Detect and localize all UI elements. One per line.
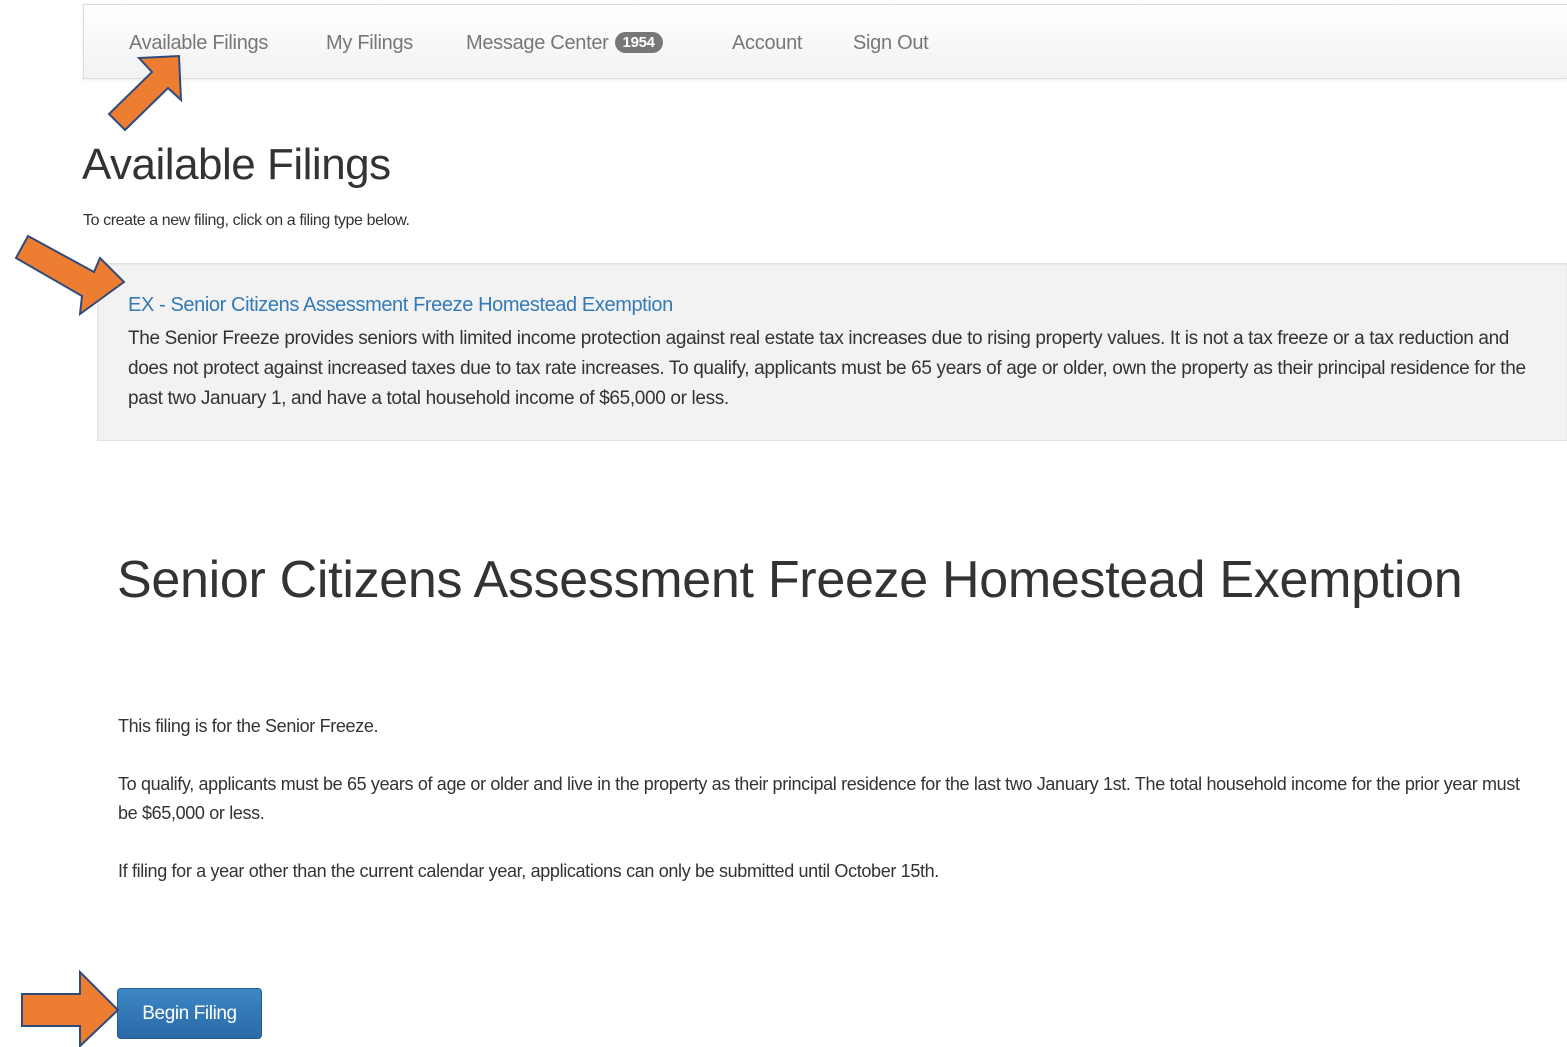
nav-message-center-label: Message Center [466, 32, 609, 54]
orange-arrow-icon [14, 234, 126, 317]
filing-detail-title: Senior Citizens Assessment Freeze Homest… [117, 551, 1463, 609]
nav-account[interactable]: Account [732, 32, 802, 55]
message-count-badge: 1954 [614, 32, 663, 53]
page-title: Available Filings [82, 140, 391, 189]
filing-detail-paragraph: If filing for a year other than the curr… [118, 861, 939, 881]
page: Available Filings My Filings Message Cen… [0, 0, 1567, 1047]
filing-detail-paragraph: This filing is for the Senior Freeze. [118, 716, 379, 736]
nav-sign-out[interactable]: Sign Out [853, 32, 929, 55]
orange-arrow-icon [107, 54, 183, 132]
nav-message-center[interactable]: Message Center 1954 [466, 32, 663, 55]
page-subtitle: To create a new filing, click on a filin… [83, 212, 410, 229]
filing-detail-paragraph: To qualify, applicants must be 65 years … [118, 774, 1520, 823]
orange-arrow-icon [21, 969, 120, 1047]
filing-type-link[interactable]: EX - Senior Citizens Assessment Freeze H… [128, 294, 673, 317]
top-navbar: Available Filings My Filings Message Cen… [83, 4, 1567, 79]
filing-type-description: The Senior Freeze provides seniors with … [128, 328, 1526, 409]
begin-filing-button[interactable]: Begin Filing [117, 988, 262, 1039]
filing-type-card: EX - Senior Citizens Assessment Freeze H… [97, 263, 1567, 441]
nav-my-filings[interactable]: My Filings [326, 32, 413, 55]
